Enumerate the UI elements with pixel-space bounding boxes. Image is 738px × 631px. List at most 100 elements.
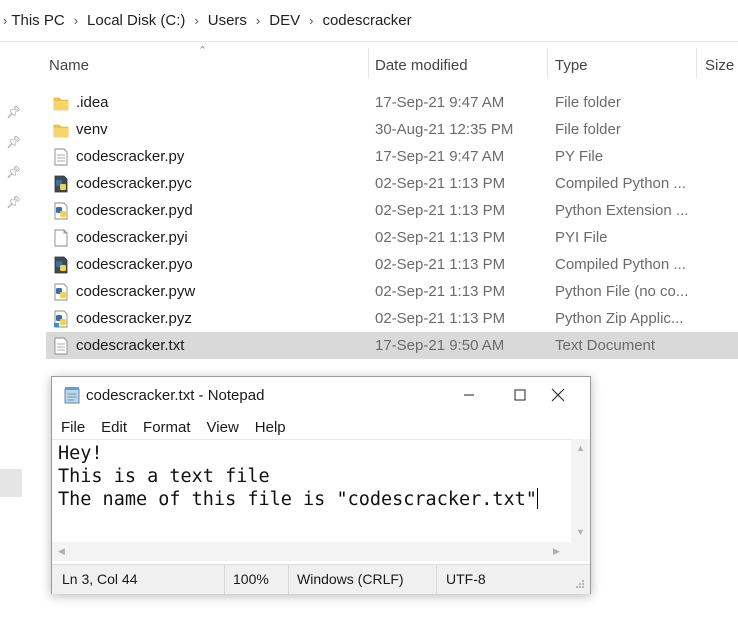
file-name: venv: [76, 121, 108, 138]
pin-icon[interactable]: 📌︎: [6, 166, 21, 178]
file-row[interactable]: codescracker.py 17-Sep-21 9:47 AM PY File: [46, 143, 738, 170]
breadcrumb-separator-icon[interactable]: ›: [309, 13, 313, 28]
status-divider: [436, 565, 437, 594]
column-divider[interactable]: [547, 48, 548, 78]
breadcrumb-separator-icon[interactable]: ›: [256, 13, 260, 28]
file-name: codescracker.pyo: [76, 256, 193, 273]
nav-pane-selected-item[interactable]: [0, 469, 22, 497]
close-button[interactable]: [535, 377, 581, 413]
scroll-down-icon[interactable]: ▼: [576, 527, 585, 537]
file-type: Compiled Python ...: [555, 256, 686, 273]
breadcrumb-item[interactable]: This PC: [11, 12, 64, 29]
menu-help[interactable]: Help: [246, 415, 293, 439]
file-date-modified: 02-Sep-21 1:13 PM: [375, 283, 506, 300]
breadcrumb-separator-icon[interactable]: ›: [194, 13, 198, 28]
file-name: codescracker.pyd: [76, 202, 193, 219]
file-type: PY File: [555, 148, 604, 165]
file-row[interactable]: codescracker.pyo 02-Sep-21 1:13 PM Compile…: [46, 251, 738, 278]
text-line: This is a text file: [58, 466, 270, 487]
breadcrumb-item[interactable]: Local Disk (C:): [87, 12, 185, 29]
file-type: File folder: [555, 94, 621, 111]
text-file-icon: [53, 148, 69, 166]
file-type: Text Document: [555, 337, 656, 354]
file-name: codescracker.pyw: [76, 283, 196, 300]
breadcrumb-separator-icon[interactable]: ›: [74, 13, 78, 28]
file-row[interactable]: codescracker.pyc 02-Sep-21 1:13 PM Compile…: [46, 170, 738, 197]
minimize-icon: [464, 394, 474, 396]
file-name: codescracker.pyc: [76, 175, 192, 192]
minimize-button[interactable]: [446, 377, 492, 413]
column-divider[interactable]: [696, 48, 697, 78]
status-divider: [288, 565, 289, 594]
file-name: .idea: [76, 94, 109, 111]
folder-icon: [53, 94, 69, 112]
scroll-left-icon[interactable]: ◀: [58, 546, 65, 557]
file-date-modified: 02-Sep-21 1:13 PM: [375, 256, 506, 273]
breadcrumb-item[interactable]: DEV: [269, 12, 300, 29]
file-row[interactable]: .idea 17-Sep-21 9:47 AM File folder: [46, 89, 738, 116]
column-header-size[interactable]: Size: [705, 52, 734, 78]
notepad-title: codescracker.txt - Notepad: [86, 387, 265, 404]
scroll-right-icon[interactable]: ▶: [553, 546, 560, 557]
file-list: .idea 17-Sep-21 9:47 AM File folder venv 30-…: [46, 89, 738, 359]
horizontal-scrollbar[interactable]: ◀ ▶: [52, 542, 571, 561]
folder-icon: [53, 121, 69, 139]
file-row[interactable]: codescracker.pyw 02-Sep-21 1:13 PM Python …: [46, 278, 738, 305]
status-divider: [224, 565, 225, 594]
breadcrumb-chevron-icon[interactable]: ›: [3, 13, 7, 28]
notepad-titlebar[interactable]: codescracker.txt - Notepad: [52, 377, 590, 413]
menu-file[interactable]: File: [52, 415, 92, 439]
pin-icon[interactable]: 📌︎: [6, 136, 21, 148]
address-breadcrumb[interactable]: › This PC › Local Disk (C:) › Users › DE…: [0, 0, 738, 42]
menu-edit[interactable]: Edit: [92, 415, 134, 439]
file-row[interactable]: codescracker.pyd 02-Sep-21 1:13 PM Python …: [46, 197, 738, 224]
scrollbar-corner: [571, 542, 590, 561]
file-name: codescracker.py: [76, 148, 185, 165]
file-date-modified: 30-Aug-21 12:35 PM: [375, 121, 514, 138]
file-type: Compiled Python ...: [555, 175, 686, 192]
notepad-app-icon: [64, 387, 80, 404]
file-date-modified: 02-Sep-21 1:13 PM: [375, 175, 506, 192]
text-line: Hey!: [58, 443, 103, 464]
column-header-type[interactable]: Type: [555, 52, 588, 78]
sort-ascending-icon: ⌃: [198, 45, 208, 57]
pin-icon[interactable]: 📌︎: [6, 196, 21, 208]
python-compiled-icon: [53, 175, 69, 193]
column-header-date-modified[interactable]: Date modified: [375, 52, 468, 78]
file-row[interactable]: codescracker.pyz 02-Sep-21 1:13 PM Python …: [46, 305, 738, 332]
file-name: codescracker.pyi: [76, 229, 188, 246]
file-row[interactable]: codescracker.txt 17-Sep-21 9:50 AM Text Do…: [46, 332, 738, 359]
pin-icon[interactable]: 📌︎: [6, 106, 21, 118]
blank-file-icon: [53, 229, 69, 247]
column-header-name[interactable]: Name: [49, 52, 89, 78]
file-date-modified: 02-Sep-21 1:13 PM: [375, 310, 506, 327]
notepad-window[interactable]: codescracker.txt - Notepad File Edit For…: [51, 376, 591, 594]
file-date-modified: 17-Sep-21 9:50 AM: [375, 337, 505, 354]
python-extension-icon: [53, 202, 69, 220]
notepad-statusbar: Ln 3, Col 44 100% Windows (CRLF) UTF-8: [52, 564, 590, 594]
file-date-modified: 02-Sep-21 1:13 PM: [375, 229, 506, 246]
file-row[interactable]: venv 30-Aug-21 12:35 PM File folder: [46, 116, 738, 143]
file-name: codescracker.pyz: [76, 310, 192, 327]
python-compiled-icon: [53, 256, 69, 274]
file-type: Python Zip Applic...: [555, 310, 684, 327]
menu-format[interactable]: Format: [134, 415, 198, 439]
column-divider[interactable]: [368, 48, 369, 78]
status-zoom: 100%: [233, 571, 269, 587]
menu-view[interactable]: View: [198, 415, 246, 439]
file-row[interactable]: codescracker.pyi 02-Sep-21 1:13 PM PYI Fil…: [46, 224, 738, 251]
text-file-icon: [53, 337, 69, 355]
breadcrumb-item[interactable]: codescracker: [322, 12, 411, 29]
text-line: The name of this file is "codescracker.t…: [58, 489, 537, 510]
notepad-text-area[interactable]: Hey! This is a text file The name of this …: [52, 439, 571, 543]
notepad-text: Hey! This is a text file The name of this …: [58, 442, 538, 511]
scroll-up-icon[interactable]: ▲: [576, 443, 585, 453]
file-date-modified: 02-Sep-21 1:13 PM: [375, 202, 506, 219]
resize-grip-icon[interactable]: [573, 579, 585, 591]
file-type: Python File (no co...: [555, 283, 689, 300]
vertical-scrollbar[interactable]: ▲ ▼: [571, 439, 590, 542]
python-zip-icon: [53, 310, 69, 328]
file-type: File folder: [555, 121, 621, 138]
status-line-ending: Windows (CRLF): [297, 571, 404, 587]
breadcrumb-item[interactable]: Users: [208, 12, 247, 29]
